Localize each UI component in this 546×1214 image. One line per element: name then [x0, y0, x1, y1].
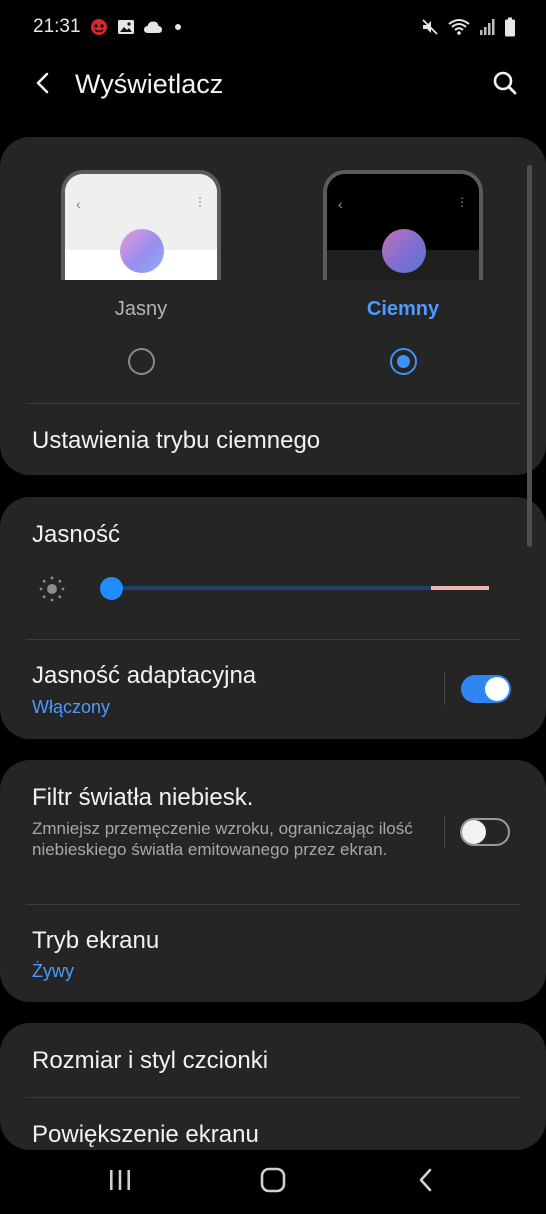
back-button[interactable]: [26, 68, 60, 102]
cloud-icon: [143, 20, 163, 39]
brightness-card: Jasność Jasność adaptacyjna Włączony: [0, 497, 546, 739]
font-size-style-item[interactable]: Rozmiar i styl czcionki: [32, 1047, 268, 1075]
light-theme-radio[interactable]: [128, 348, 155, 375]
font-zoom-card: Rozmiar i styl czcionki Powiększenie ekr…: [0, 1023, 546, 1150]
battery-icon: [504, 17, 516, 42]
scrollbar[interactable]: [527, 165, 532, 547]
adaptive-brightness-status: Włączony: [32, 697, 111, 717]
dark-theme-radio[interactable]: [390, 348, 417, 375]
theme-option-light[interactable]: ‹ ⋮ Jasny: [61, 170, 221, 380]
dark-mode-settings-item[interactable]: Ustawienia trybu ciemnego: [32, 427, 320, 455]
back-arrow-icon: [33, 71, 53, 100]
preview-menu-icon: ⋮: [194, 195, 206, 209]
status-time: 21:31: [33, 16, 81, 37]
dark-theme-preview: ‹ ⋮: [323, 170, 483, 280]
brightness-slider-thumb[interactable]: [100, 577, 123, 600]
divider: [26, 904, 520, 905]
blue-light-filter-description: Zmniejsz przemęczenie wzroku, ograniczaj…: [32, 819, 413, 859]
vertical-separator: [444, 816, 445, 848]
adaptive-brightness-title: Jasność adaptacyjna: [32, 662, 257, 689]
nav-back-button[interactable]: [406, 1166, 446, 1198]
display-settings-screen: 21:31 Wyświetlacz ‹ ⋮ Jasny ‹ ⋮ Ciemny U…: [0, 0, 546, 1214]
status-left-icons: [89, 17, 185, 42]
filter-card: Filtr światła niebiesk. Zmniejsz przemęc…: [0, 760, 546, 1002]
navigation-bar: [0, 1150, 546, 1214]
adaptive-brightness-toggle[interactable]: [461, 675, 511, 703]
divider: [26, 639, 520, 640]
preview-orb: [120, 229, 164, 273]
wifi-icon: [448, 18, 470, 41]
dot-icon: [171, 20, 185, 39]
vertical-separator: [444, 673, 445, 705]
brightness-title: Jasność: [32, 521, 121, 548]
divider: [26, 1097, 520, 1098]
theme-option-dark[interactable]: ‹ ⋮ Ciemny: [323, 170, 483, 380]
theme-card: ‹ ⋮ Jasny ‹ ⋮ Ciemny Ustawienia trybu ci…: [0, 137, 546, 475]
status-bar: 21:31: [0, 0, 546, 56]
brightness-slider-extra: [431, 586, 489, 590]
search-icon: [492, 70, 518, 101]
app-notification-icon: [89, 17, 109, 42]
blue-light-filter-toggle[interactable]: [460, 818, 510, 846]
signal-icon: [479, 18, 495, 41]
app-bar: Wyświetlacz: [0, 56, 546, 116]
preview-orb: [382, 229, 426, 273]
light-theme-preview: ‹ ⋮: [61, 170, 221, 280]
preview-back-icon: ‹: [76, 196, 81, 212]
sun-icon: [38, 575, 66, 603]
divider: [26, 403, 520, 404]
screen-mode-value: Żywy: [32, 961, 74, 981]
gallery-icon: [117, 18, 135, 41]
screen-zoom-item[interactable]: Powiększenie ekranu: [32, 1121, 259, 1149]
home-icon: [260, 1167, 286, 1198]
home-button[interactable]: [253, 1166, 293, 1198]
dark-theme-label: Ciemny: [366, 298, 440, 320]
recents-button[interactable]: [100, 1166, 140, 1198]
back-icon: [417, 1167, 435, 1198]
preview-menu-icon: ⋮: [456, 195, 468, 209]
screen-mode-title: Tryb ekranu: [32, 927, 160, 954]
recents-icon: [107, 1168, 133, 1197]
blue-light-filter-title: Filtr światła niebiesk.: [32, 784, 254, 811]
preview-back-icon: ‹: [338, 196, 343, 212]
light-theme-label: Jasny: [114, 298, 168, 320]
search-button[interactable]: [488, 68, 522, 102]
status-right-icons: [421, 17, 516, 42]
mute-icon: [421, 18, 439, 41]
page-title: Wyświetlacz: [75, 69, 224, 99]
brightness-slider-track[interactable]: [111, 586, 489, 590]
